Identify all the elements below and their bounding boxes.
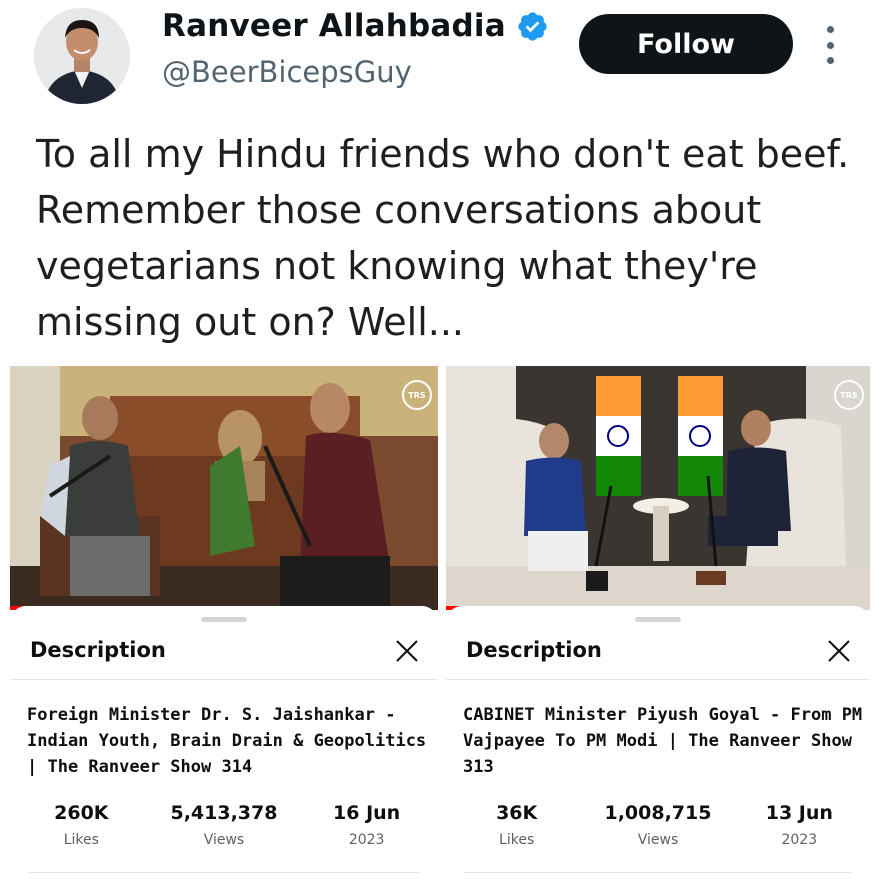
follow-button[interactable]: Follow xyxy=(579,14,793,74)
video-stats: 36K Likes 1,008,715 Views 13 Jun 2023 xyxy=(446,802,870,848)
description-sheet: Description CABINET Minister Piyush Goya… xyxy=(446,606,870,885)
author-name-text[interactable]: Ranveer Allahbadia xyxy=(162,8,506,44)
author-handle[interactable]: @BeerBicepsGuy xyxy=(162,55,412,89)
video-stats: 260K Likes 5,413,378 Views 16 Jun 2023 xyxy=(10,802,438,848)
divider xyxy=(10,679,438,680)
dot xyxy=(826,57,834,64)
upload-date: 16 Jun xyxy=(333,802,401,824)
likes-stat: 260K Likes xyxy=(11,802,152,848)
divider xyxy=(446,679,870,680)
divider xyxy=(28,872,420,873)
likes-stat: 36K Likes xyxy=(447,802,587,848)
upload-date: 13 Jun xyxy=(765,802,833,824)
sheet-drag-handle[interactable] xyxy=(635,617,681,622)
likes-count: 36K xyxy=(496,802,538,824)
views-stat: 1,008,715 Views xyxy=(588,802,728,848)
tweet-text: To all my Hindu friends who don't eat be… xyxy=(36,132,850,344)
video-panel-left: TRS Description Foreign Minister Dr. S. … xyxy=(10,362,438,885)
upload-year: 2023 xyxy=(348,832,385,848)
video-thumbnail[interactable]: TRS xyxy=(10,366,438,610)
video-thumbnail[interactable]: TRS xyxy=(446,366,870,610)
likes-count: 260K xyxy=(54,802,109,824)
views-stat: 5,413,378 Views xyxy=(153,802,294,848)
views-label: Views xyxy=(637,832,679,848)
views-count: 1,008,715 xyxy=(604,802,712,824)
upload-year: 2023 xyxy=(781,832,818,848)
close-icon[interactable] xyxy=(392,636,422,666)
sheet-title: Description xyxy=(466,638,602,662)
likes-label: Likes xyxy=(499,832,535,848)
views-count: 5,413,378 xyxy=(170,802,278,824)
date-stat: 16 Jun 2023 xyxy=(296,802,437,848)
author-name[interactable]: Ranveer Allahbadia xyxy=(162,8,549,44)
date-stat: 13 Jun 2023 xyxy=(729,802,869,848)
verified-badge-icon xyxy=(518,11,547,41)
dot xyxy=(826,41,834,49)
sheet-drag-handle[interactable] xyxy=(201,617,247,622)
close-icon[interactable] xyxy=(824,636,854,666)
description-sheet: Description Foreign Minister Dr. S. Jais… xyxy=(10,606,438,885)
likes-label: Likes xyxy=(63,832,99,848)
dot xyxy=(826,26,834,33)
more-options-icon[interactable] xyxy=(820,26,840,64)
divider xyxy=(464,872,852,873)
sheet-title: Description xyxy=(30,638,166,662)
channel-watermark: TRS xyxy=(402,380,432,410)
avatar[interactable] xyxy=(34,8,130,104)
views-label: Views xyxy=(203,832,245,848)
channel-watermark: TRS xyxy=(834,380,864,410)
video-title: CABINET Minister Piyush Goyal - From PM … xyxy=(463,705,863,777)
video-title: Foreign Minister Dr. S. Jaishankar - Ind… xyxy=(27,705,427,777)
video-panel-right: TRS Description CABINET Minister Piyush … xyxy=(446,362,870,885)
